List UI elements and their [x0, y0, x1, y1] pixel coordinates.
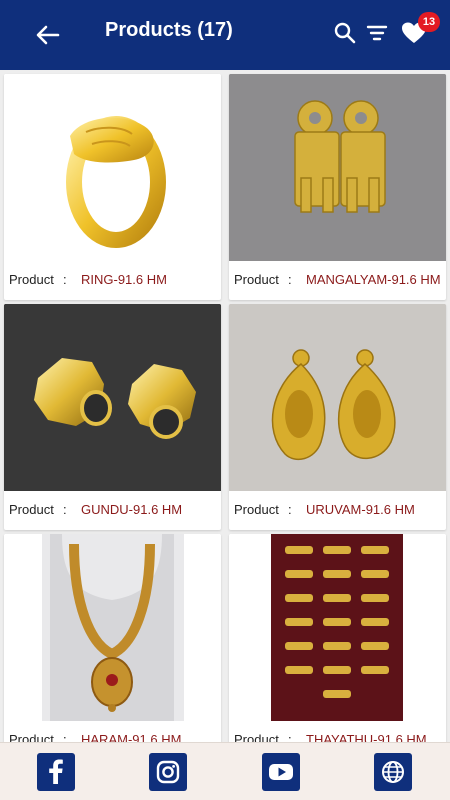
product-card[interactable]: Product : HARAM-91.6 HM: [4, 534, 221, 742]
website-button[interactable]: [374, 753, 412, 791]
social-footer: [0, 742, 450, 800]
product-name: URUVAM-91.6 HM: [306, 502, 415, 517]
youtube-icon: [269, 764, 293, 780]
product-image-uruvam[interactable]: [229, 304, 446, 491]
product-key-label: Product: [9, 272, 54, 287]
product-card[interactable]: Product : MANGALYAM-91.6 HM: [229, 74, 446, 300]
product-grid: Product : RING-91.6 HM Product : MANGALY…: [0, 70, 450, 742]
back-arrow-icon[interactable]: [30, 18, 64, 52]
page-title: Products (17): [105, 19, 233, 41]
app-bar: Products (17) 13: [0, 0, 450, 70]
product-name: GUNDU-91.6 HM: [81, 502, 183, 517]
product-card[interactable]: Product : THAYATHU-91.6 HM: [229, 534, 446, 742]
colon: :: [63, 502, 67, 517]
product-name: RING-91.6 HM: [81, 272, 167, 287]
product-key-label: Product: [9, 502, 54, 517]
product-meta: Product : URUVAM-91.6 HM: [229, 502, 446, 524]
colon: :: [63, 732, 67, 742]
instagram-icon: [156, 760, 180, 784]
colon: :: [288, 502, 292, 517]
product-image-ring[interactable]: [4, 74, 221, 261]
search-icon[interactable]: [332, 20, 358, 46]
instagram-button[interactable]: [149, 753, 187, 791]
globe-icon: [382, 761, 404, 783]
product-image-mangalyam[interactable]: [229, 74, 446, 261]
product-name: MANGALYAM-91.6 HM: [306, 272, 441, 287]
wishlist-count-badge: 13: [418, 12, 440, 32]
product-card[interactable]: Product : RING-91.6 HM: [4, 74, 221, 300]
youtube-button[interactable]: [262, 753, 300, 791]
colon: :: [288, 732, 292, 742]
facebook-button[interactable]: [37, 753, 75, 791]
product-card[interactable]: Product : GUNDU-91.6 HM: [4, 304, 221, 530]
product-key-label: Product: [234, 502, 279, 517]
product-meta: Product : HARAM-91.6 HM: [4, 732, 221, 742]
product-image-gundu[interactable]: [4, 304, 221, 491]
colon: :: [63, 272, 67, 287]
product-meta: Product : THAYATHU-91.6 HM: [229, 732, 446, 742]
product-meta: Product : MANGALYAM-91.6 HM: [229, 272, 446, 294]
product-name: THAYATHU-91.6 HM: [306, 732, 427, 742]
colon: :: [288, 272, 292, 287]
facebook-icon: [49, 759, 63, 784]
product-key-label: Product: [234, 732, 279, 742]
product-image-thayathu[interactable]: [229, 534, 446, 721]
product-meta: Product : RING-91.6 HM: [4, 272, 221, 294]
product-image-haram[interactable]: [4, 534, 221, 721]
product-key-label: Product: [9, 732, 54, 742]
product-meta: Product : GUNDU-91.6 HM: [4, 502, 221, 524]
product-card[interactable]: Product : URUVAM-91.6 HM: [229, 304, 446, 530]
product-key-label: Product: [234, 272, 279, 287]
product-name: HARAM-91.6 HM: [81, 732, 182, 742]
filter-icon[interactable]: [364, 20, 390, 46]
